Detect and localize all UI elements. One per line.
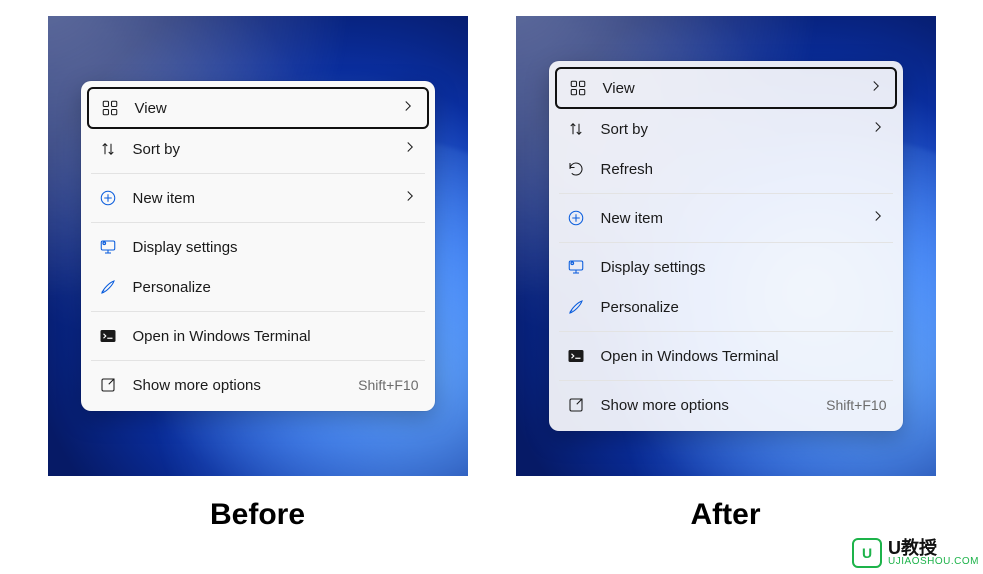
menu-separator xyxy=(91,360,425,361)
plus-circle-icon xyxy=(565,207,587,229)
menu-item-label: Sort by xyxy=(133,141,401,158)
refresh-icon xyxy=(565,158,587,180)
chevron-right-icon xyxy=(867,77,885,99)
menu-item-label: Sort by xyxy=(601,121,869,138)
caption-before: Before xyxy=(210,498,305,532)
menu-item-new-item[interactable]: New item xyxy=(555,198,897,238)
menu-separator xyxy=(559,242,893,243)
menu-item-view[interactable]: View xyxy=(555,67,897,109)
menu-item-shortcut: Shift+F10 xyxy=(358,377,418,393)
desktop-wallpaper-before: View Sort by New item Display settings Perso… xyxy=(48,16,468,476)
watermark-sub: UJIAOSHOU.COM xyxy=(888,557,979,567)
menu-item-label: View xyxy=(135,100,399,117)
menu-item-label: Refresh xyxy=(601,161,887,178)
menu-separator xyxy=(91,173,425,174)
menu-item-personalize[interactable]: Personalize xyxy=(555,287,897,327)
menu-item-open-terminal[interactable]: Open in Windows Terminal xyxy=(87,316,429,356)
menu-separator xyxy=(559,193,893,194)
menu-item-label: New item xyxy=(601,210,869,227)
context-menu-before: View Sort by New item Display settings Perso… xyxy=(81,81,435,411)
chevron-right-icon xyxy=(869,118,887,140)
menu-item-label: Personalize xyxy=(133,279,419,296)
before-panel: View Sort by New item Display settings Perso… xyxy=(48,16,468,532)
context-menu-after: View Sort by Refresh New item Display settin… xyxy=(549,61,903,431)
menu-item-label: View xyxy=(603,80,867,97)
menu-item-view[interactable]: View xyxy=(87,87,429,129)
after-panel: View Sort by Refresh New item Display settin… xyxy=(516,16,936,532)
watermark: U U教授 UJIAOSHOU.COM xyxy=(852,538,979,568)
grid-icon xyxy=(99,97,121,119)
menu-item-shortcut: Shift+F10 xyxy=(826,397,886,413)
terminal-icon xyxy=(565,345,587,367)
menu-item-label: Open in Windows Terminal xyxy=(601,348,887,365)
menu-item-label: Show more options xyxy=(133,377,359,394)
caption-after: After xyxy=(690,498,760,532)
menu-item-label: Show more options xyxy=(601,397,827,414)
watermark-badge: U xyxy=(852,538,882,568)
menu-item-label: Display settings xyxy=(133,239,419,256)
chevron-right-icon xyxy=(869,207,887,229)
terminal-icon xyxy=(97,325,119,347)
monitor-gear-icon xyxy=(97,236,119,258)
menu-separator xyxy=(559,380,893,381)
brush-icon xyxy=(97,276,119,298)
menu-item-display-settings[interactable]: Display settings xyxy=(87,227,429,267)
sort-icon xyxy=(97,138,119,160)
sort-icon xyxy=(565,118,587,140)
menu-item-sort-by[interactable]: Sort by xyxy=(555,109,897,149)
chevron-right-icon xyxy=(401,138,419,160)
comparison-stage: View Sort by New item Display settings Perso… xyxy=(0,0,983,574)
grid-icon xyxy=(567,77,589,99)
menu-item-personalize[interactable]: Personalize xyxy=(87,267,429,307)
menu-item-show-more[interactable]: Show more optionsShift+F10 xyxy=(87,365,429,405)
menu-item-label: Display settings xyxy=(601,259,887,276)
watermark-title: U教授 xyxy=(888,539,979,557)
expand-icon xyxy=(565,394,587,416)
menu-separator xyxy=(559,331,893,332)
chevron-right-icon xyxy=(401,187,419,209)
chevron-right-icon xyxy=(399,97,417,119)
desktop-wallpaper-after: View Sort by Refresh New item Display settin… xyxy=(516,16,936,476)
menu-item-sort-by[interactable]: Sort by xyxy=(87,129,429,169)
menu-item-refresh[interactable]: Refresh xyxy=(555,149,897,189)
monitor-gear-icon xyxy=(565,256,587,278)
menu-item-new-item[interactable]: New item xyxy=(87,178,429,218)
menu-item-display-settings[interactable]: Display settings xyxy=(555,247,897,287)
menu-separator xyxy=(91,222,425,223)
brush-icon xyxy=(565,296,587,318)
menu-item-show-more[interactable]: Show more optionsShift+F10 xyxy=(555,385,897,425)
menu-item-open-terminal[interactable]: Open in Windows Terminal xyxy=(555,336,897,376)
menu-item-label: Open in Windows Terminal xyxy=(133,328,419,345)
expand-icon xyxy=(97,374,119,396)
menu-item-label: Personalize xyxy=(601,299,887,316)
menu-item-label: New item xyxy=(133,190,401,207)
menu-separator xyxy=(91,311,425,312)
plus-circle-icon xyxy=(97,187,119,209)
